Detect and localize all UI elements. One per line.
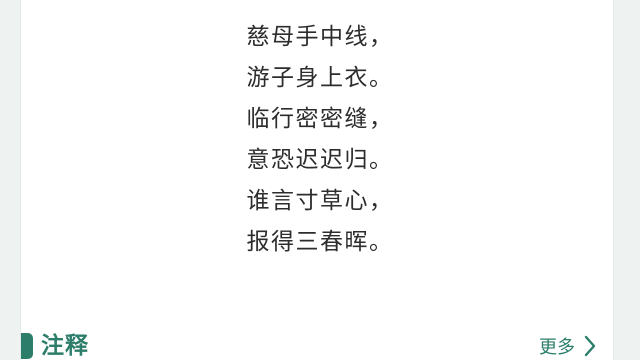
more-button[interactable]: 更多 — [539, 330, 597, 360]
poem-body: 慈母手中线， 游子身上衣。 临行密密缝， 意恐迟迟归。 谁言寸草心， 报得三春晖… — [0, 17, 640, 263]
app-screen: 慈母手中线， 游子身上衣。 临行密密缝， 意恐迟迟归。 谁言寸草心， 报得三春晖… — [0, 0, 640, 360]
poem-line: 报得三春晖。 — [246, 229, 394, 255]
poem-line: 临行密密缝， — [246, 106, 394, 132]
more-label: 更多 — [539, 337, 575, 358]
poem-line: 慈母手中线， — [246, 24, 394, 50]
annotation-title: 注释 — [41, 333, 89, 359]
poem-line: 意恐迟迟归。 — [246, 147, 394, 173]
chevron-right-icon — [584, 335, 596, 357]
annotation-section-header: 注释 更多 — [21, 328, 613, 360]
section-marker — [21, 333, 33, 359]
poem-line: 谁言寸草心， — [246, 188, 394, 214]
poem-line: 游子身上衣。 — [246, 65, 394, 91]
